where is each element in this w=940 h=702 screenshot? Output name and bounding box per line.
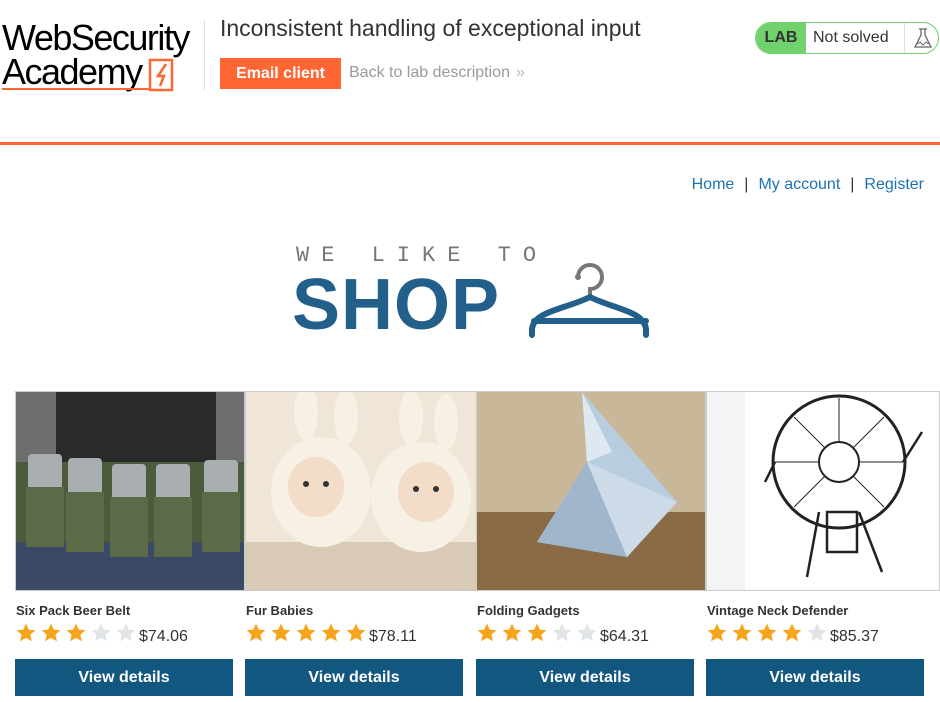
product-image[interactable]	[476, 391, 706, 591]
star-empty-icon	[577, 623, 597, 642]
view-details-button[interactable]: View details	[476, 659, 694, 696]
logo-line2: Academy	[2, 51, 143, 92]
product-rating	[245, 622, 375, 644]
star-filled-icon	[246, 623, 266, 642]
lab-title: Inconsistent handling of exceptional inp…	[220, 15, 641, 41]
vintage-neck-defender-image	[707, 392, 939, 590]
hanger-icon	[529, 263, 649, 338]
product-image[interactable]	[245, 391, 477, 591]
product-price: $64.31	[600, 628, 649, 645]
star-filled-icon	[732, 623, 752, 642]
star-filled-icon	[707, 623, 727, 642]
folding-gadgets-image	[477, 392, 705, 590]
view-details-button[interactable]: View details	[15, 659, 233, 696]
nav-register-link[interactable]: Register	[864, 176, 924, 193]
flask-icon-box	[904, 23, 938, 53]
back-to-lab-label: Back to lab description	[349, 64, 510, 81]
view-details-button[interactable]: View details	[706, 659, 924, 696]
product-card: Folding Gadgets $64.31 View details	[476, 391, 706, 702]
star-empty-icon	[807, 623, 827, 642]
banner-title: SHOP	[292, 265, 501, 345]
back-to-lab-link[interactable]: Back to lab description »	[349, 64, 525, 82]
star-filled-icon	[757, 623, 777, 642]
product-price: $78.11	[369, 628, 417, 645]
top-nav: Home | My account | Register	[692, 176, 924, 194]
header-divider	[204, 20, 205, 90]
product-name: Vintage Neck Defender	[707, 603, 849, 618]
logo-underline	[2, 88, 150, 90]
star-filled-icon	[346, 623, 366, 642]
product-price: $85.37	[830, 628, 879, 645]
product-rating	[476, 622, 606, 644]
product-name: Folding Gadgets	[477, 603, 580, 618]
product-name: Six Pack Beer Belt	[16, 603, 131, 618]
product-card: Six Pack Beer Belt $74.06 View details	[15, 391, 245, 702]
product-image[interactable]	[706, 391, 940, 591]
star-filled-icon	[16, 623, 36, 642]
star-empty-icon	[91, 623, 111, 642]
web-security-academy-logo[interactable]: WebSecurity Academy	[2, 18, 202, 94]
academy-header: WebSecurity Academy Inconsistent handlin…	[0, 0, 940, 145]
star-filled-icon	[527, 623, 547, 642]
email-client-button[interactable]: Email client	[220, 58, 341, 89]
lab-badge: LAB	[756, 23, 806, 53]
lab-status-widget: LAB Not solved	[755, 22, 939, 54]
flask-icon	[913, 28, 933, 48]
product-rating	[706, 622, 836, 644]
beer-belt-image	[16, 392, 244, 590]
shop-banner: WE LIKE TO SHOP	[292, 243, 652, 345]
double-chevron-right-icon: »	[515, 64, 525, 81]
product-rating	[15, 622, 145, 644]
star-filled-icon	[271, 623, 291, 642]
nav-separator: |	[850, 176, 855, 193]
product-card: Vintage Neck Defender $85.37 View detail…	[706, 391, 940, 702]
star-empty-icon	[116, 623, 136, 642]
nav-home-link[interactable]: Home	[692, 176, 735, 193]
star-filled-icon	[782, 623, 802, 642]
star-filled-icon	[502, 623, 522, 642]
product-name: Fur Babies	[246, 603, 314, 618]
product-price: $74.06	[139, 628, 188, 645]
lab-status-text: Not solved	[813, 29, 889, 46]
product-card: Fur Babies $78.11 View details	[245, 391, 477, 702]
logo-bolt-icon	[148, 58, 174, 92]
star-filled-icon	[41, 623, 61, 642]
fur-babies-image	[246, 392, 476, 590]
nav-my-account-link[interactable]: My account	[758, 176, 840, 193]
nav-separator: |	[744, 176, 749, 193]
product-image[interactable]	[15, 391, 245, 591]
star-filled-icon	[321, 623, 341, 642]
star-empty-icon	[552, 623, 572, 642]
star-filled-icon	[66, 623, 86, 642]
star-filled-icon	[477, 623, 497, 642]
product-grid: Six Pack Beer Belt $74.06 View details F…	[15, 391, 940, 702]
star-filled-icon	[296, 623, 316, 642]
view-details-button[interactable]: View details	[245, 659, 463, 696]
